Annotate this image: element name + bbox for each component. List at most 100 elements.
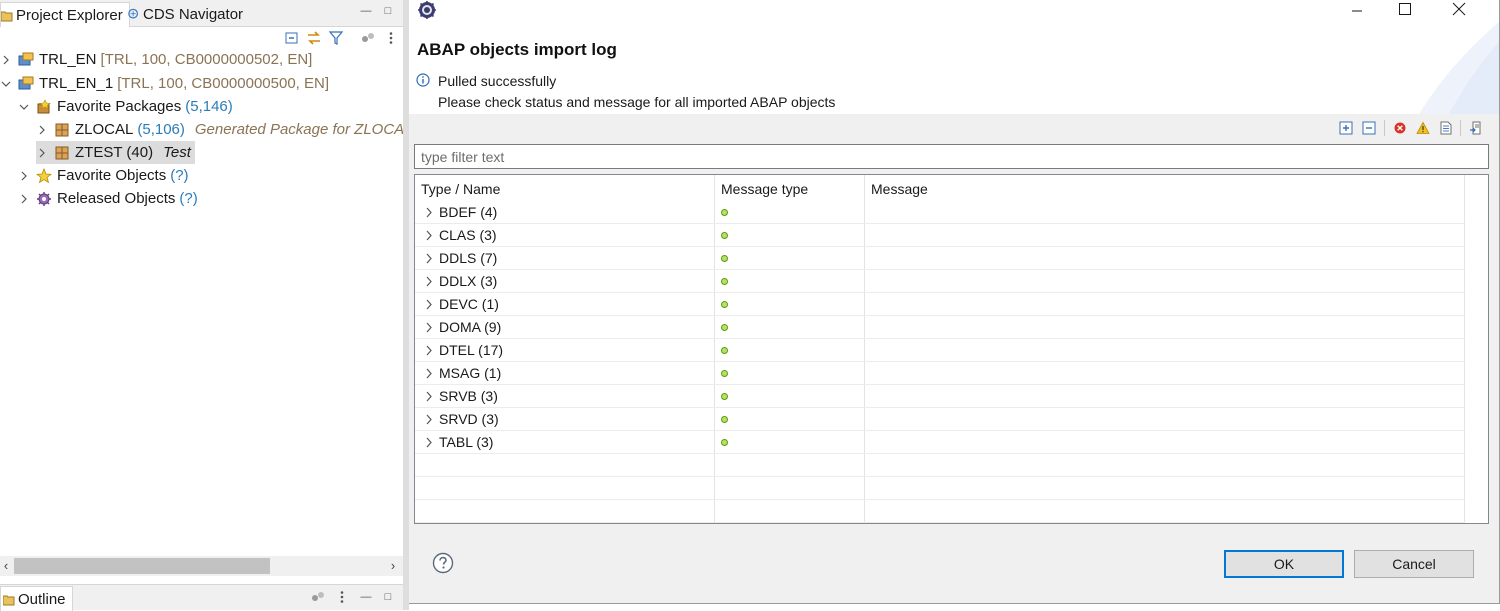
table-row[interactable]: CLAS (3) [415, 224, 1465, 247]
table-row[interactable]: BDEF (4) [415, 201, 1465, 224]
chevron-right-icon[interactable] [424, 414, 434, 425]
chevron-right-icon[interactable] [424, 368, 434, 379]
chevron-right-icon[interactable] [18, 193, 30, 205]
abap-project-icon [18, 76, 34, 89]
info-filter-icon[interactable] [1439, 121, 1453, 135]
tab-project-explorer[interactable]: Project Explorer [0, 2, 130, 27]
outline-icon [3, 595, 15, 605]
package-icon [55, 123, 69, 136]
view-tab-bar: Project Explorer CDS Navigator — □ [0, 0, 403, 27]
abap-project-icon [18, 52, 34, 65]
object-type-label: TABL (3) [439, 434, 494, 450]
chevron-right-icon[interactable] [424, 253, 434, 264]
table-row[interactable]: DOMA (9) [415, 316, 1465, 339]
toolbar-separator [1384, 120, 1385, 136]
window-maximize-button[interactable] [1380, 0, 1426, 22]
chevron-right-icon[interactable] [424, 322, 434, 333]
warning-filter-icon[interactable] [1416, 121, 1430, 135]
tree-item-trl-en-1[interactable]: TRL_EN_1 [TRL, 100, CB0000000500, EN] [0, 72, 329, 95]
chevron-right-icon[interactable] [18, 170, 30, 182]
success-status-icon [721, 324, 728, 331]
chevron-right-icon[interactable] [424, 207, 434, 218]
log-toolbar [409, 114, 1499, 140]
chevron-right-icon[interactable] [424, 299, 434, 310]
tree-item-label: ZTEST (40) [75, 144, 154, 161]
import-log-dialog: ABAP objects import log Pulled successfu… [409, 0, 1500, 604]
object-type-label: SRVD (3) [439, 411, 499, 427]
view-menu-icon[interactable] [335, 590, 349, 604]
tab-label: Project Explorer [16, 6, 123, 24]
tree-item-zlocal[interactable]: ZLOCAL (5,106) Generated Package for ZLO… [36, 118, 413, 141]
tree-item-label: Favorite Packages [57, 98, 182, 115]
filter-input[interactable] [414, 144, 1489, 169]
chevron-right-icon[interactable] [424, 345, 434, 356]
tree-item-released-objects[interactable]: Released Objects (?) [18, 187, 198, 210]
table-row[interactable]: DEVC (1) [415, 293, 1465, 316]
tree-item-trl-en[interactable]: TRL_EN [TRL, 100, CB0000000502, EN] [0, 48, 312, 71]
table-row[interactable]: DDLS (7) [415, 247, 1465, 270]
column-header-message[interactable]: Message [871, 181, 928, 197]
object-type-label: DEVC (1) [439, 296, 499, 312]
tree-item-ztest[interactable]: ZTEST (40) Test [36, 141, 195, 164]
table-row[interactable]: TABL (3) [415, 431, 1465, 454]
help-icon[interactable] [432, 552, 454, 574]
scrollbar-thumb[interactable] [14, 558, 270, 574]
column-header-type-name[interactable]: Type / Name [421, 181, 500, 197]
eclipse-app-icon [418, 1, 436, 19]
expand-all-icon[interactable] [1339, 121, 1353, 135]
object-type-label: MSAG (1) [439, 365, 502, 381]
table-row[interactable]: SRVB (3) [415, 385, 1465, 408]
table-row[interactable]: DDLX (3) [415, 270, 1465, 293]
focus-icon[interactable] [361, 31, 375, 45]
error-filter-icon[interactable] [1393, 121, 1407, 135]
collapse-all-icon[interactable] [1362, 121, 1376, 135]
tree-item-favorite-packages[interactable]: Favorite Packages (5,146) [18, 95, 233, 118]
filter-icon[interactable] [329, 31, 343, 45]
object-type-label: DDLS (7) [439, 250, 498, 266]
view-menu-icon[interactable] [384, 31, 398, 45]
tree-item-description: Test [163, 144, 191, 161]
chevron-right-icon[interactable] [424, 276, 434, 287]
success-status-icon [721, 393, 728, 400]
link-with-editor-icon[interactable] [307, 31, 321, 45]
window-close-button[interactable] [1436, 0, 1482, 22]
tab-cds-navigator[interactable]: CDS Navigator [128, 2, 243, 27]
scroll-left-arrow-icon[interactable]: ‹ [0, 558, 12, 574]
minimize-view-icon[interactable]: — [359, 4, 373, 18]
table-row[interactable]: SRVD (3) [415, 408, 1465, 431]
focus-icon[interactable] [311, 590, 325, 604]
scroll-right-arrow-icon[interactable]: › [387, 558, 399, 574]
chevron-down-icon[interactable] [0, 78, 12, 90]
export-log-icon[interactable] [1469, 121, 1483, 135]
table-row[interactable]: MSAG (1) [415, 362, 1465, 385]
chevron-right-icon[interactable] [36, 147, 48, 159]
cancel-button[interactable]: Cancel [1354, 550, 1474, 578]
tree-item-label: TRL_EN [39, 51, 97, 68]
success-status-icon [721, 255, 728, 262]
tab-label: Outline [18, 590, 66, 608]
collapse-all-icon[interactable] [285, 31, 299, 45]
window-minimize-button[interactable] [1334, 0, 1380, 22]
chevron-right-icon[interactable] [424, 391, 434, 402]
maximize-view-icon[interactable]: □ [381, 590, 395, 604]
success-status-icon [721, 301, 728, 308]
horizontal-scrollbar[interactable]: ‹ › [0, 556, 403, 576]
chevron-right-icon[interactable] [424, 230, 434, 241]
table-row[interactable]: DTEL (17) [415, 339, 1465, 362]
star-icon [36, 167, 52, 183]
chevron-down-icon[interactable] [18, 101, 30, 113]
tree-item-description: Generated Package for ZLOCAL [194, 121, 413, 138]
maximize-view-icon[interactable]: □ [381, 4, 395, 18]
minimize-view-icon[interactable]: — [359, 590, 373, 604]
ok-button[interactable]: OK [1224, 550, 1344, 578]
chevron-right-icon[interactable] [36, 124, 48, 136]
chevron-right-icon[interactable] [0, 54, 12, 66]
dialog-title: ABAP objects import log [417, 40, 617, 59]
tab-outline[interactable]: Outline [0, 586, 73, 611]
column-header-message-type[interactable]: Message type [721, 181, 808, 197]
status-message: Pulled successfully [438, 73, 557, 89]
chevron-right-icon[interactable] [424, 437, 434, 448]
tree-item-favorite-objects[interactable]: Favorite Objects (?) [18, 164, 189, 187]
cds-navigator-icon [128, 8, 139, 19]
tree-item-label: Released Objects [57, 190, 176, 207]
